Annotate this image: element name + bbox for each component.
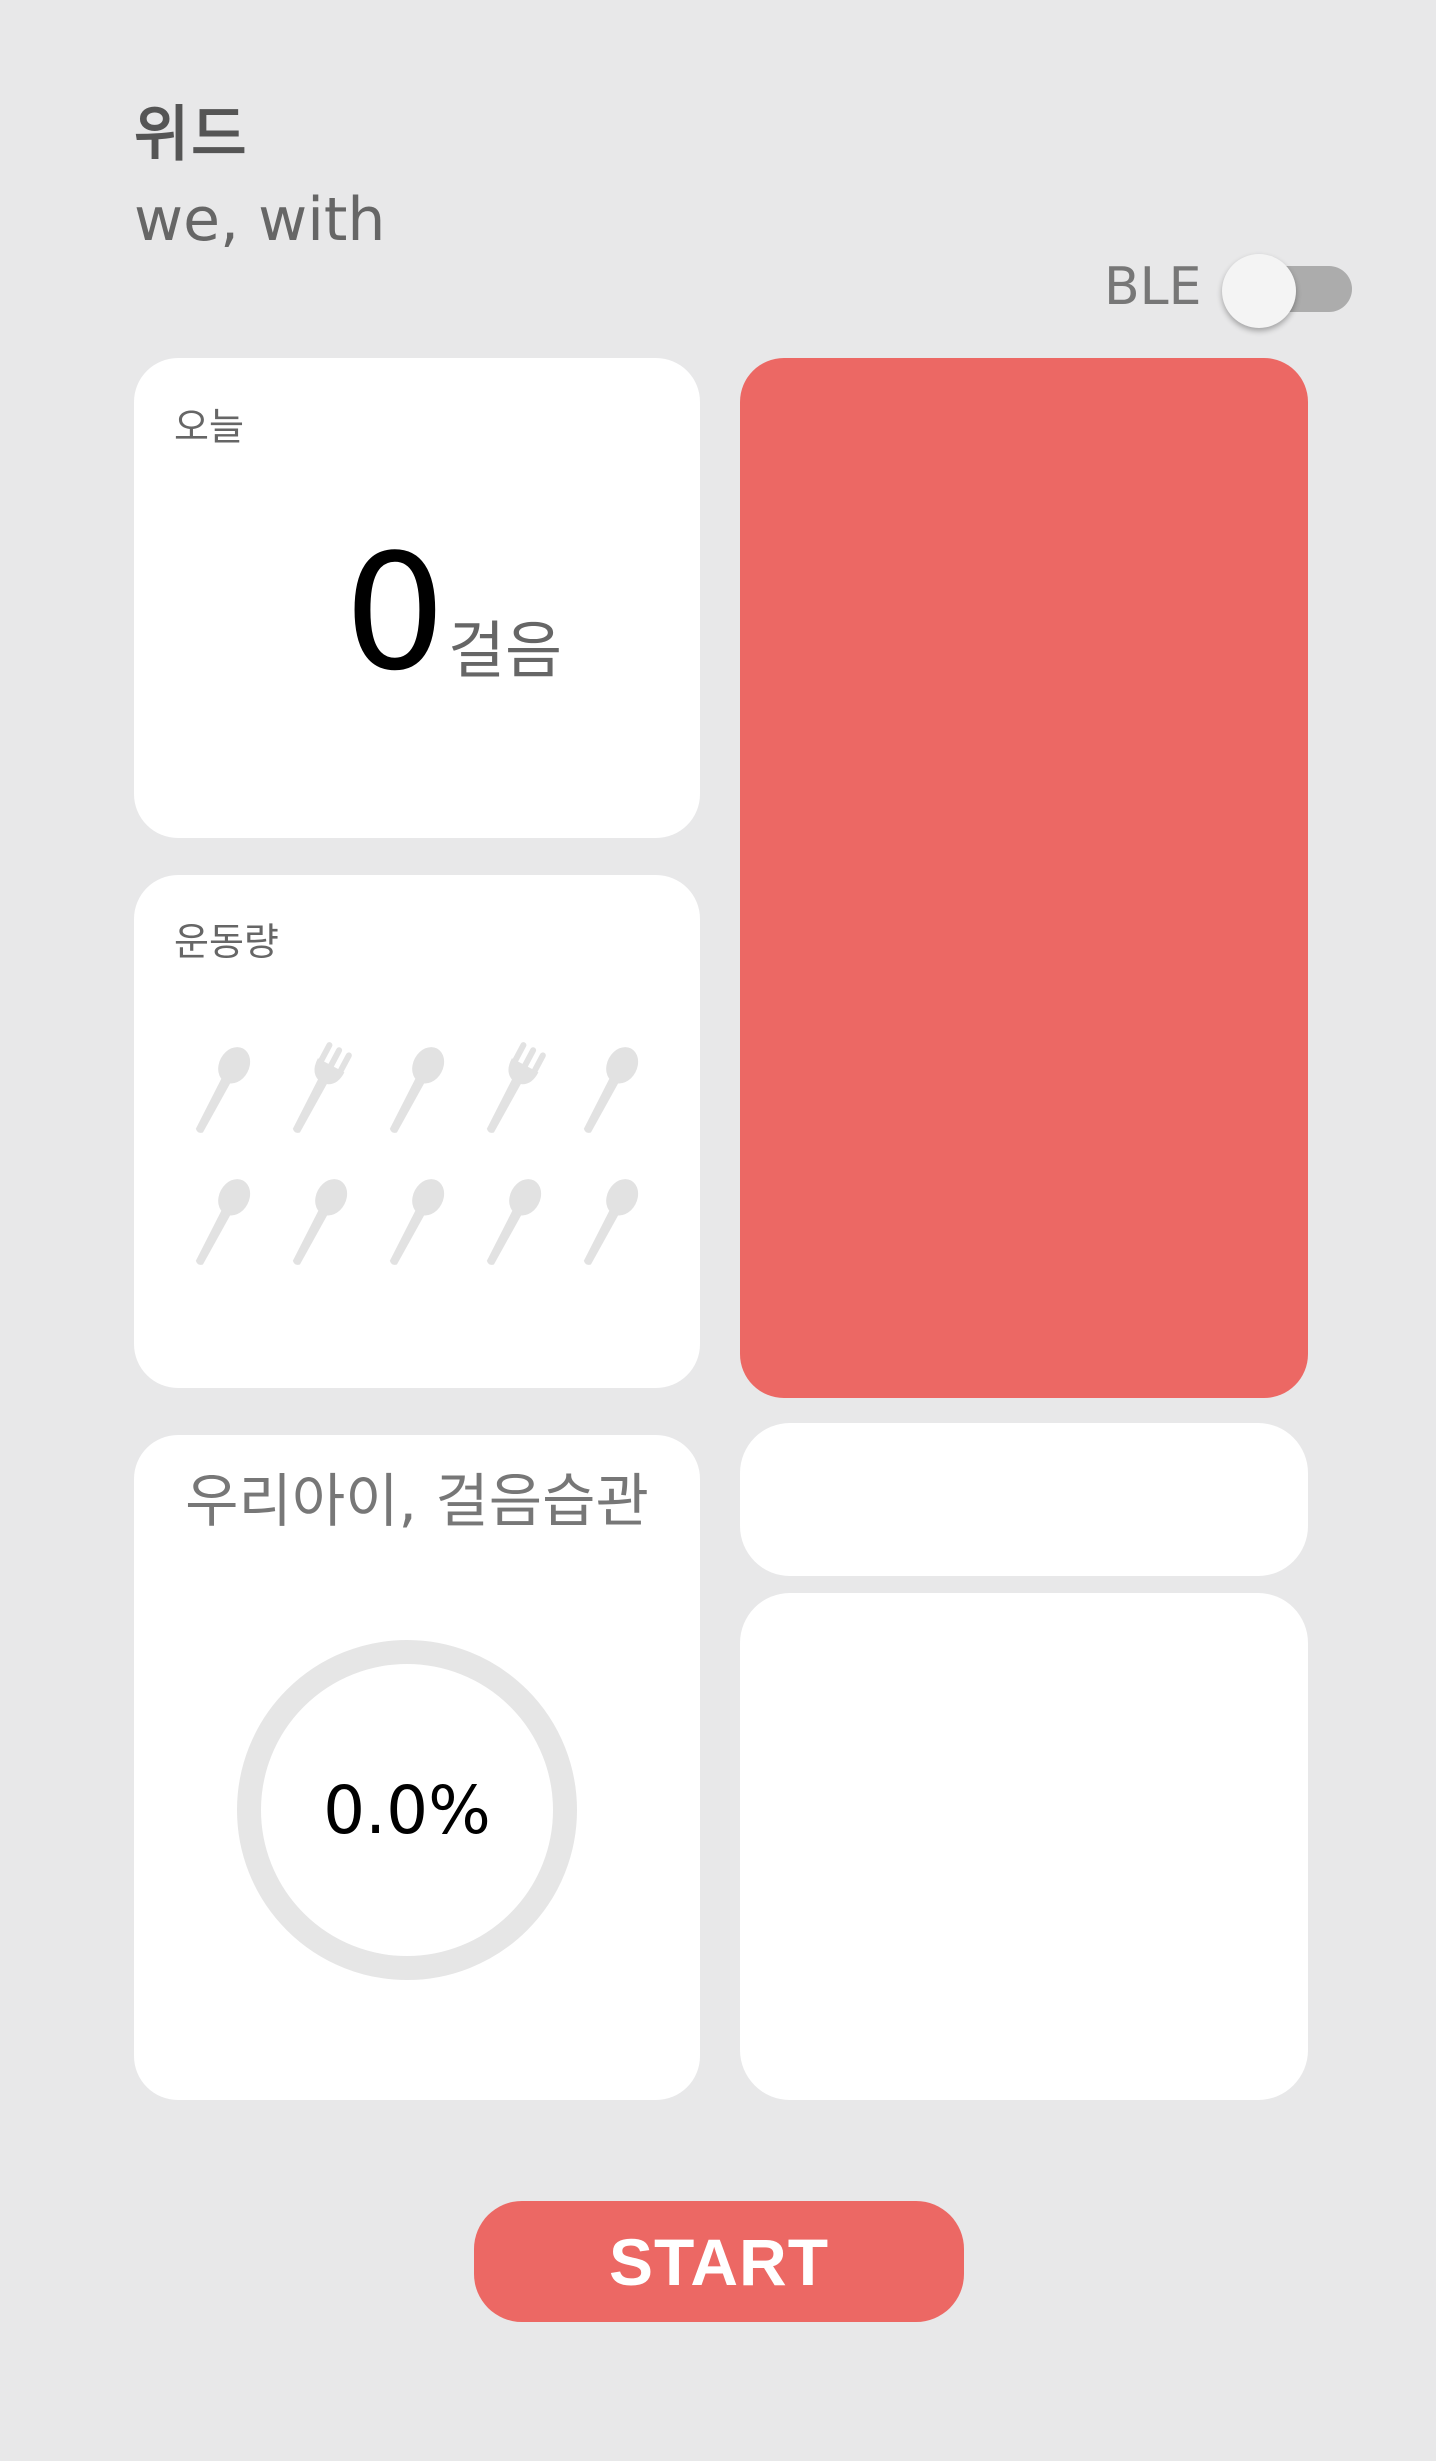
app-screen: 위드 we, with BLE 오늘 0 걸음 운동량 우리아이, 걸음습관 0… (0, 0, 1436, 2461)
today-steps-card: 오늘 0 걸음 (134, 358, 700, 838)
steps-value: 0 (344, 519, 446, 706)
today-label: 오늘 (174, 405, 244, 449)
ble-toggle[interactable] (1222, 254, 1352, 328)
ble-toggle-thumb (1222, 254, 1296, 328)
app-subtitle: we, with (134, 185, 386, 255)
spoon-icon (574, 1040, 644, 1140)
spoon-icon (574, 1172, 644, 1272)
spoon-icon (380, 1172, 450, 1272)
spoon-icon (283, 1172, 353, 1272)
exercise-card: 운동량 (134, 875, 700, 1388)
spoon-icon (380, 1040, 450, 1140)
habit-title: 우리아이, 걸음습관 (185, 1467, 649, 1535)
fork-icon (283, 1040, 353, 1140)
app-title: 위드 (134, 100, 249, 170)
spoon-icon (186, 1172, 256, 1272)
utensil-grid (134, 875, 700, 1388)
info-card-large (740, 1593, 1308, 2100)
highlight-panel (740, 358, 1308, 1398)
spoon-icon (186, 1040, 256, 1140)
progress-percentage: 0.0% (323, 1771, 491, 1849)
fork-icon (477, 1040, 547, 1140)
habit-card: 우리아이, 걸음습관 0.0% (134, 1435, 700, 2100)
ble-label: BLE (1104, 257, 1202, 317)
steps-unit: 걸음 (448, 614, 563, 687)
info-card-small (740, 1423, 1308, 1576)
start-button[interactable]: START (474, 2201, 964, 2322)
spoon-icon (477, 1172, 547, 1272)
